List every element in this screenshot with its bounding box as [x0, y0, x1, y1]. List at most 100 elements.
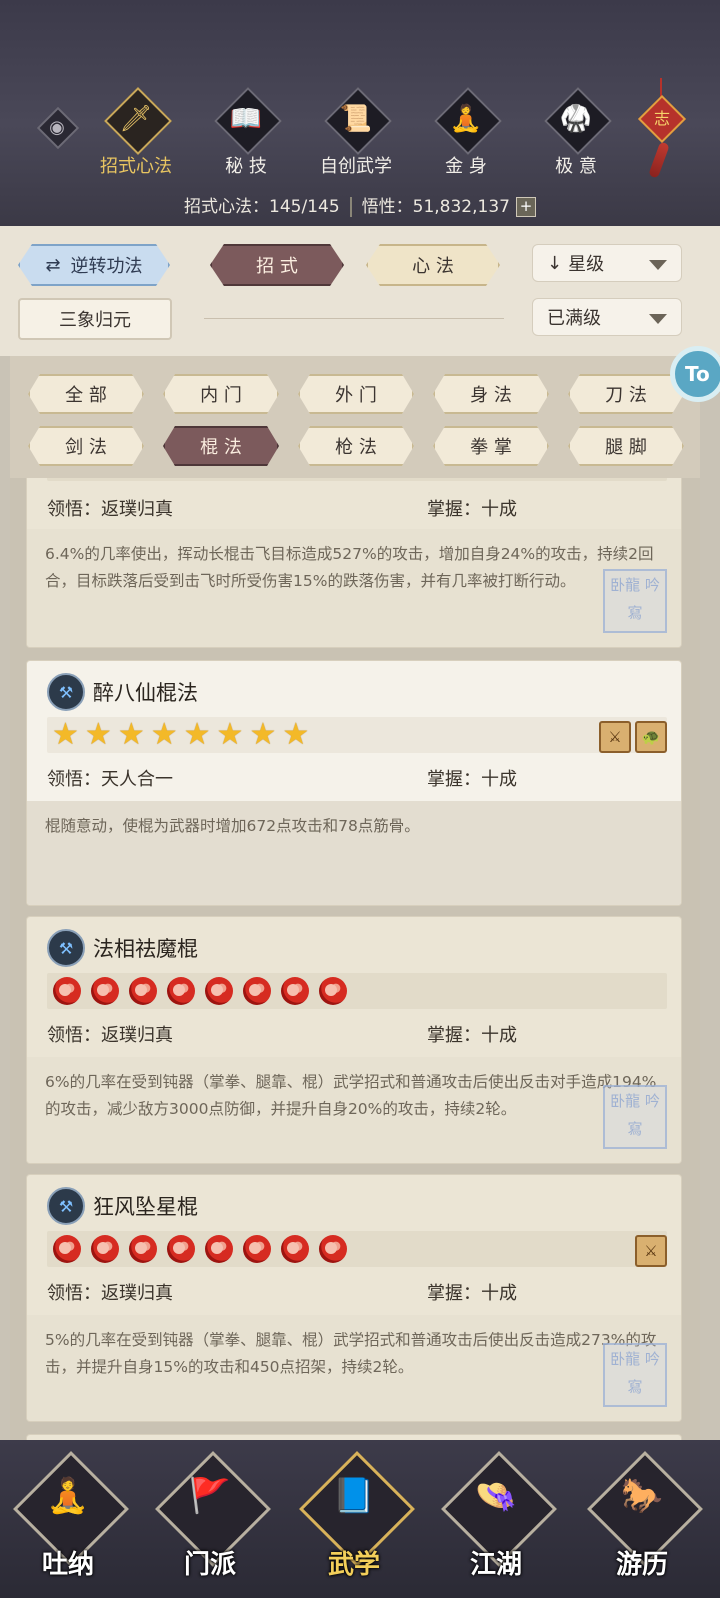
nav-label: 极 意 — [555, 156, 597, 177]
rank-dots: ⚔ — [47, 1231, 667, 1267]
straw-hat-icon: 👒 — [474, 1476, 518, 1516]
skill-description: 5%的几率在受到钝器（掌拳、腿靠、棍）武学招式和普通攻击后使出反击造成273%的… — [27, 1315, 681, 1421]
nav-item-ultimate[interactable]: 🥋 极 意 — [521, 88, 631, 178]
category-fist[interactable]: 拳 掌 — [433, 426, 549, 466]
bottom-tab-label: 门派 — [183, 1550, 236, 1580]
chevron-down-icon — [649, 260, 667, 270]
skill-meta: 领悟：返璞归真 掌握：十成 — [47, 495, 667, 527]
horse-icon: 🐎 — [620, 1476, 664, 1516]
bottom-tab-label: 游历 — [615, 1550, 668, 1580]
banner-icon: 🚩 — [188, 1476, 232, 1516]
floating-badge[interactable]: To — [670, 346, 720, 402]
bottom-tab-jianghu[interactable]: 👒 江湖 — [441, 1451, 557, 1590]
nav-label: 招式心法 — [100, 156, 172, 177]
tab-mind[interactable]: 心 法 — [366, 244, 500, 286]
bottom-tab-sect[interactable]: 🚩 门派 — [155, 1451, 271, 1590]
skill-description: 6.4%的几率使出，挥动长棍击飞目标造成527%的攻击，增加自身24%的攻击，持… — [27, 529, 681, 647]
star-icon: ★ — [282, 717, 310, 752]
skill-list[interactable]: 领悟：返璞归真 掌握：十成 6.4%的几率使出，挥动长棍击飞目标造成527%的攻… — [10, 478, 700, 1458]
seal-stamp: 卧龍 吟寫 — [603, 1085, 667, 1149]
meditation-icon: 🧘 — [435, 88, 497, 150]
skill-meta: 领悟：返璞归真 掌握：十成 — [47, 1021, 667, 1053]
sort-dropdown[interactable]: ↓ 星级 — [532, 244, 682, 282]
skill-meta: 领悟：天人合一 掌握：十成 — [47, 765, 667, 797]
nav-item-custom[interactable]: 📜 自创武学 — [301, 88, 411, 178]
seal-stamp: 卧龍 吟寫 — [603, 1343, 667, 1407]
star-icon: ★ — [117, 717, 145, 752]
book-icon: 📖 — [215, 88, 277, 150]
weapon-badge-icon[interactable]: ⚔ — [599, 721, 631, 753]
mastery-text: 掌握：十成 — [427, 769, 517, 790]
nav-item-secret[interactable]: 📖 秘 技 — [191, 88, 301, 178]
bottom-tab-label: 江湖 — [469, 1550, 522, 1580]
plus-button[interactable]: + — [515, 197, 536, 217]
bottom-tab-tuna[interactable]: 🧘 吐纳 — [13, 1451, 129, 1590]
category-staff[interactable]: 棍 法 — [163, 426, 279, 466]
nav-item-moves[interactable]: 🗡 招式心法 — [81, 88, 191, 178]
bottom-tab-label: 吐纳 — [41, 1550, 94, 1580]
stats-bar: 招式心法：145/145 悟性：51,832,137 + — [0, 192, 720, 217]
mastery-text: 掌握：十成 — [427, 1283, 517, 1304]
star-icon: ★ — [84, 717, 112, 752]
skill-card[interactable]: ⚒ 法相祛魔棍 领悟：返璞归真 掌握：十成 6%的几率在受到钝器（掌拳、腿靠、棍… — [26, 916, 682, 1164]
nav-label: 秘 技 — [225, 156, 267, 177]
rank-dots — [47, 973, 667, 1009]
seal-stamp: 卧龍 吟寫 — [603, 569, 667, 633]
star-icon: ★ — [150, 717, 178, 752]
nav-label: 自创武学 — [320, 156, 392, 177]
bottom-nav: 🧘 吐纳 🚩 门派 📘 武学 👒 江湖 🐎 游历 — [0, 1440, 720, 1598]
category-leg[interactable]: 腿 脚 — [568, 426, 684, 466]
bottom-tab-travel[interactable]: 🐎 游历 — [587, 1451, 703, 1590]
tab-moves[interactable]: 招 式 — [210, 244, 344, 286]
martial-pose-icon: 🥋 — [545, 88, 607, 150]
star-icon: ★ — [216, 717, 244, 752]
skill-name: 狂风坠星棍 — [93, 1195, 198, 1219]
category-inner[interactable]: 内 门 — [163, 374, 279, 414]
star-icon: ★ — [249, 717, 277, 752]
insight-text: 领悟：返璞归真 — [47, 1283, 173, 1304]
chinese-knot-icon[interactable]: 志 — [637, 78, 687, 182]
category-tabs: 全 部 内 门 外 门 身 法 刀 法 剑 法 棍 法 枪 法 拳 掌 腿 脚 — [10, 356, 700, 478]
skill-description: 6%的几率在受到钝器（掌拳、腿靠、棍）武学招式和普通攻击后使出反击对手造成194… — [27, 1057, 681, 1163]
turtle-badge-icon[interactable]: 🐢 — [635, 721, 667, 753]
top-header: ◉ 🗡 招式心法 📖 秘 技 📜 自创武学 🧘 金 身 🥋 极 意 志 招式心法… — [0, 0, 720, 226]
mastery-text: 掌握：十成 — [427, 1025, 517, 1046]
nav-item-golden-body[interactable]: 🧘 金 身 — [411, 88, 521, 178]
moves-count: 招式心法：145/145 — [184, 197, 340, 217]
skill-card[interactable]: ⚒ 狂风坠星棍 ⚔ 领悟：返璞归真 掌握：十成 5%的几率在受到钝器（掌拳、腿靠… — [26, 1174, 682, 1422]
skill-name: 法相祛魔棍 — [93, 937, 198, 961]
skill-name: 醉八仙棍法 — [93, 681, 198, 705]
insight-text: 领悟：返璞归真 — [47, 499, 173, 520]
skill-card[interactable]: ⚒ 醉八仙棍法 ★ ★ ★ ★ ★ ★ ★ ★ ⚔ 🐢 领悟：天人合一 掌握：十… — [26, 660, 682, 906]
category-sword[interactable]: 剑 法 — [28, 426, 144, 466]
reverse-skill-button[interactable]: ⇄ 逆转功法 — [18, 244, 170, 286]
bottom-tab-label: 武学 — [327, 1550, 380, 1580]
category-body[interactable]: 身 法 — [433, 374, 549, 414]
skill-meta: 领悟：返璞归真 掌握：十成 — [47, 1279, 667, 1311]
sanxiang-button[interactable]: 三象归元 — [18, 298, 172, 340]
arrow-down-icon: ↓ — [547, 252, 563, 274]
insight-text: 领悟：返璞归真 — [47, 1025, 173, 1046]
bottom-tab-martial[interactable]: 📘 武学 — [299, 1451, 415, 1590]
filter-bar: ⇄ 逆转功法 招 式 心 法 ↓ 星级 三象归元 已满级 — [0, 226, 720, 356]
star-rating: ★ ★ ★ ★ ★ ★ ★ ★ ⚔ 🐢 — [47, 717, 667, 753]
level-dropdown[interactable]: 已满级 — [532, 298, 682, 336]
mastery-text: 掌握：十成 — [427, 499, 517, 520]
category-outer[interactable]: 外 门 — [298, 374, 414, 414]
staff-icon: ⚒ — [47, 673, 85, 711]
scroll-icon: 📜 — [325, 88, 387, 150]
insight-text: 领悟：天人合一 — [47, 769, 173, 790]
swap-icon: ⇄ — [45, 254, 61, 276]
monk-icon: 🧘 — [46, 1476, 90, 1516]
category-spear[interactable]: 枪 法 — [298, 426, 414, 466]
skill-card[interactable]: 领悟：返璞归真 掌握：十成 6.4%的几率使出，挥动长棍击飞目标造成527%的攻… — [26, 478, 682, 648]
category-blade[interactable]: 刀 法 — [568, 374, 684, 414]
insight-value: 悟性：51,832,137 — [361, 197, 510, 217]
rank-dots — [47, 478, 667, 481]
weapon-badge-icon[interactable]: ⚔ — [635, 1235, 667, 1267]
divider — [204, 318, 504, 319]
star-icon: ★ — [183, 717, 211, 752]
chevron-down-icon — [649, 314, 667, 324]
category-all[interactable]: 全 部 — [28, 374, 144, 414]
skill-description: 棍随意动，使棍为武器时增加672点攻击和78点筋骨。 — [27, 801, 681, 905]
